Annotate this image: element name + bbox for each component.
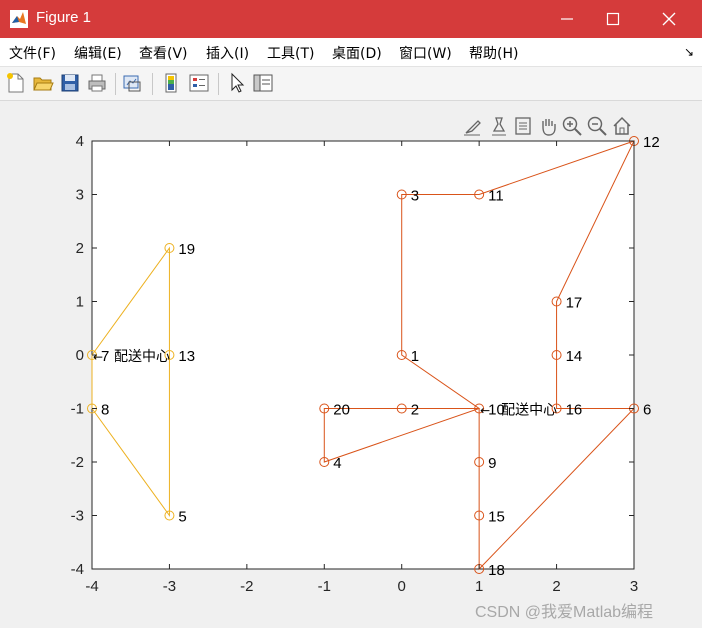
depot-label: 配送中心 bbox=[501, 403, 557, 419]
y-tick-label: -4 bbox=[71, 561, 84, 578]
point-label: 13 bbox=[178, 348, 195, 365]
point-label: 5 bbox=[178, 509, 186, 526]
y-tick-label: -2 bbox=[71, 454, 84, 471]
x-tick-label: -1 bbox=[318, 578, 331, 595]
plot-area bbox=[91, 140, 635, 570]
route-plot: 785131910220413 1112171416 618159配送中心←配送中心… bbox=[71, 133, 660, 595]
point-label: 18 bbox=[488, 562, 505, 579]
point-label: 16 bbox=[566, 402, 583, 419]
point-label: 1 bbox=[411, 348, 419, 365]
x-tick-label: 1 bbox=[475, 578, 483, 595]
point-label: 12 bbox=[643, 134, 660, 151]
y-tick-label: 2 bbox=[76, 240, 84, 257]
watermark: CSDN @我爱Matlab编程 bbox=[475, 604, 654, 621]
point-label: 6 bbox=[643, 402, 651, 419]
point-label: 15 bbox=[488, 509, 505, 526]
x-tick-label: 3 bbox=[630, 578, 638, 595]
x-tick-label: -4 bbox=[85, 578, 98, 595]
y-tick-label: 3 bbox=[76, 187, 84, 204]
y-tick-label: -3 bbox=[71, 508, 84, 525]
point-label: 3 bbox=[411, 188, 419, 205]
point-label: 9 bbox=[488, 455, 496, 472]
point-label: 17 bbox=[566, 295, 583, 312]
depot-arrow: ← bbox=[93, 350, 103, 364]
x-tick-label: -3 bbox=[163, 578, 176, 595]
point-label: 11 bbox=[488, 188, 504, 205]
depot-arrow: ← bbox=[480, 404, 490, 418]
axes-background bbox=[91, 140, 635, 570]
point-label: 14 bbox=[566, 348, 583, 365]
depot-label: 配送中心 bbox=[114, 349, 170, 365]
x-tick-label: -2 bbox=[240, 578, 253, 595]
y-tick-label: 1 bbox=[76, 294, 84, 311]
point-label: 20 bbox=[333, 402, 350, 419]
y-tick-label: 0 bbox=[76, 347, 84, 364]
point-label: 4 bbox=[333, 455, 341, 472]
y-tick-label: 4 bbox=[76, 133, 84, 150]
point-label: 2 bbox=[411, 402, 419, 419]
y-tick-label: -1 bbox=[71, 401, 84, 418]
x-tick-label: 2 bbox=[552, 578, 560, 595]
point-label: 8 bbox=[101, 402, 109, 419]
point-label: 19 bbox=[178, 241, 195, 258]
x-tick-label: 0 bbox=[398, 578, 406, 595]
